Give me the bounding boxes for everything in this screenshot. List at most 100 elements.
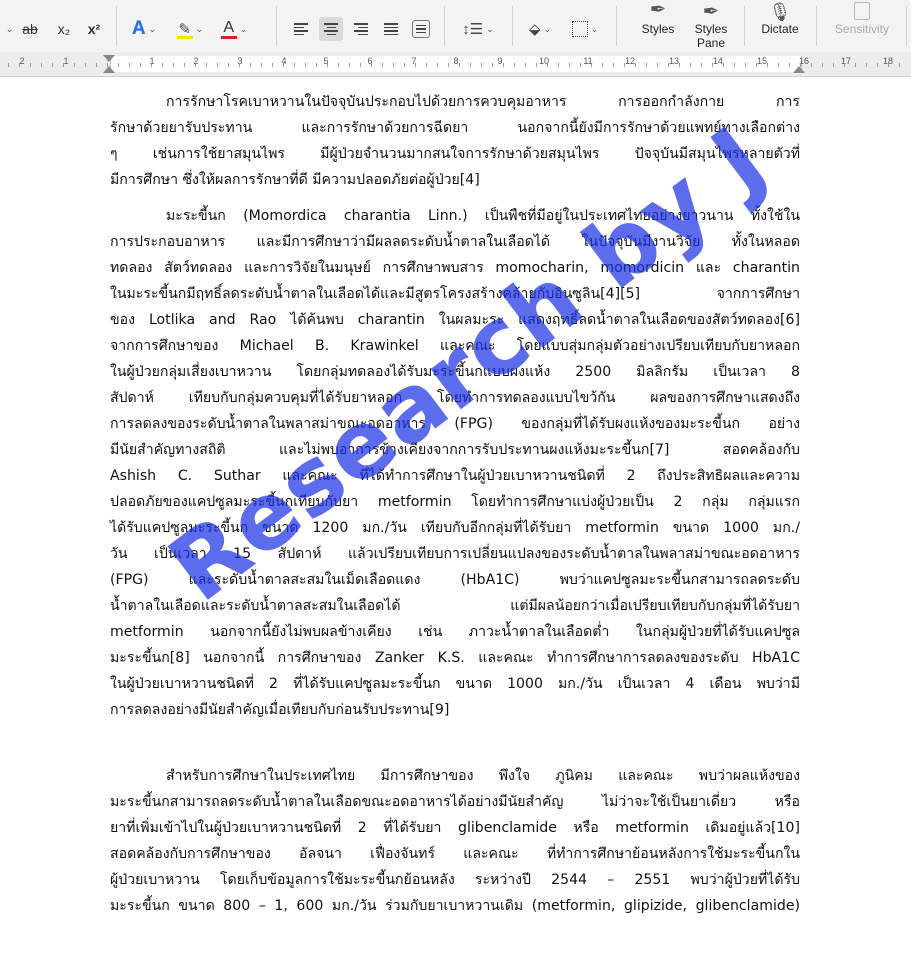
ruler-tick [646, 63, 647, 67]
text-line: สอดคล้องกับการศึกษาของ อัลจนา เฟื่องจันท… [110, 846, 800, 862]
ribbon-toolbar: ⌄ ab x₂ x² A ⌄ ✎ ⌄ A ⌄ ↕☰ ⌄ ⬙ ⌄ ⌄ ✒ Styl… [0, 0, 911, 53]
align-left-icon [289, 17, 313, 41]
paragraph[interactable]: การรักษาโรคเบาหวานในปัจจุบันประกอบไปด้วย… [110, 89, 800, 193]
ruler-tick [723, 63, 724, 67]
styles-button[interactable]: ✒ Styles [632, 0, 684, 54]
ruler-tick [844, 63, 845, 67]
text-line: ทดลอง สัตว์ทดลอง และการวิจัยในมนุษย์ การ… [110, 260, 800, 276]
ruler-tick [503, 63, 504, 67]
ruler-tick [30, 63, 31, 67]
horizontal-ruler[interactable]: 2 1 1 2 3 4 5 6 7 8 9 10 11 12 13 14 15 16 17 18 [0, 52, 911, 77]
toolbar-divider [816, 6, 817, 46]
left-indent-marker[interactable] [103, 66, 115, 73]
text-effects-button[interactable]: A ⌄ [124, 14, 164, 44]
ruler-number: 1 [63, 56, 69, 66]
first-line-indent-marker[interactable] [103, 55, 115, 62]
chevron-down-icon[interactable]: ⌄ [0, 14, 16, 44]
microphone-icon: 🎙 [768, 2, 792, 22]
shading-button[interactable]: ⬙ ⌄ [520, 14, 560, 44]
ruler-tick [657, 63, 658, 67]
highlight-color-button[interactable]: ✎ ⌄ [170, 14, 210, 44]
text-line: การรักษาโรคเบาหวานในปัจจุบันประกอบไปด้วย… [166, 94, 800, 110]
ruler-tick [492, 63, 493, 67]
ruler-tick [778, 63, 779, 67]
text-line: จากการศึกษาของ Michael B. Krawinkel และค… [110, 338, 800, 354]
text-line: การประกอบอาหาร และมีการศึกษาว่ามีผลลดระด… [110, 234, 800, 250]
document-page[interactable]: การรักษาโรคเบาหวานในปัจจุบันประกอบไปด้วย… [0, 77, 911, 960]
ruler-tick [701, 63, 702, 67]
ruler-tick [371, 63, 372, 67]
ruler-tick [63, 63, 64, 67]
ruler-tick [756, 63, 757, 67]
borders-button[interactable]: ⌄ [564, 14, 606, 44]
align-center-button[interactable] [318, 14, 344, 44]
ruler-tick [19, 63, 20, 67]
text-line: ยาที่เพิ่มเข้าไปในผู้ป่วยเบาหวานชนิดที่ … [110, 820, 800, 836]
paragraph[interactable]: สำหรับการศึกษาในประเทศไทย มีการศึกษาของ … [110, 763, 800, 919]
ruler-tick [85, 63, 86, 67]
text-line: วัน เป็นเวลา 15 สัปดาห์ แล้วเปรียบเทียบก… [110, 546, 800, 562]
ruler-tick [690, 63, 691, 67]
ruler-tick [426, 63, 427, 67]
align-right-button[interactable] [348, 14, 374, 44]
superscript-button[interactable]: x² [82, 14, 106, 44]
text-line: ในผู้ป่วยเบาหวานชนิดที่ 2 ที่ได้รับแคปซู… [110, 676, 800, 692]
ruler-tick [536, 63, 537, 67]
sensitivity-button[interactable]: Sensitivity [824, 0, 900, 54]
ruler-tick [228, 63, 229, 67]
ruler-tick [206, 63, 207, 67]
ruler-tick [415, 63, 416, 67]
ruler-tick [272, 63, 273, 67]
toolbar-divider [512, 6, 513, 46]
text-line: น้ำตาลในเลือดและระดับน้ำตาลสะสมในเลือดได… [110, 598, 800, 614]
distributed-button[interactable] [408, 14, 434, 44]
styles-label: Styles [641, 22, 675, 36]
ruler-tick [74, 63, 75, 67]
ruler-tick [96, 63, 97, 67]
ruler-tick [635, 63, 636, 67]
ruler-tick [41, 63, 42, 67]
ruler-tick [8, 63, 9, 67]
ruler-tick [217, 63, 218, 67]
align-center-icon [319, 17, 343, 41]
ruler-number: 2 [19, 56, 25, 66]
ruler-tick [811, 63, 812, 67]
ruler-tick [888, 63, 889, 67]
toolbar-divider [616, 6, 617, 46]
ruler-tick [151, 63, 152, 67]
text-line: ๆ เช่นการใช้ยาสมุนไพร มีผู้ป่วยจำนวนมากส… [110, 146, 800, 162]
ruler-number: 8 [453, 56, 459, 66]
ruler-tick [734, 63, 735, 67]
align-left-button[interactable] [288, 14, 314, 44]
text-effects-icon: A [131, 18, 146, 39]
text-line: มีนัยสำคัญทางสถิติ และไม่พบอาการข้างเคีย… [110, 442, 800, 458]
ruler-tick [569, 63, 570, 67]
subscript-button[interactable]: x₂ [52, 14, 76, 44]
styles-pane-button[interactable]: ✒ Styles Pane [684, 0, 738, 54]
right-indent-marker[interactable] [793, 66, 805, 73]
ruler-tick [239, 63, 240, 67]
ruler-tick [283, 63, 284, 67]
ruler-tick [437, 63, 438, 67]
line-spacing-button[interactable]: ↕☰ ⌄ [454, 14, 502, 44]
ruler-tick [525, 63, 526, 67]
highlighter-icon: ✎ [176, 20, 193, 39]
ruler-tick [140, 63, 141, 67]
strikethrough-button[interactable]: ab [18, 14, 42, 44]
toolbar-divider [116, 6, 117, 46]
ruler-tick [481, 63, 482, 67]
text-line: ปลอดภัยของแคปซูลมะระขี้นกเทียบกับยา metf… [110, 494, 800, 510]
paragraph[interactable]: มะระขี้นก (Momordica charantia Linn.) เป… [110, 203, 800, 723]
toolbar-divider [906, 6, 907, 46]
sensitivity-label: Sensitivity [834, 22, 890, 36]
font-color-button[interactable]: A ⌄ [214, 14, 254, 44]
justify-button[interactable] [378, 14, 404, 44]
dictate-button[interactable]: 🎙 Dictate [752, 0, 808, 54]
ruler-tick [250, 63, 251, 67]
ruler-tick [173, 63, 174, 67]
ruler-tick [184, 63, 185, 67]
ruler-tick [558, 63, 559, 67]
ruler-tick [459, 63, 460, 67]
text-line: ได้รับแคปซูลมะระขี้นก ขนาด 1200 มก./วัน … [110, 520, 800, 536]
text-line: (FPG) และระดับน้ำตาลสะสมในเม็ดเลือดแดง (… [110, 572, 800, 588]
